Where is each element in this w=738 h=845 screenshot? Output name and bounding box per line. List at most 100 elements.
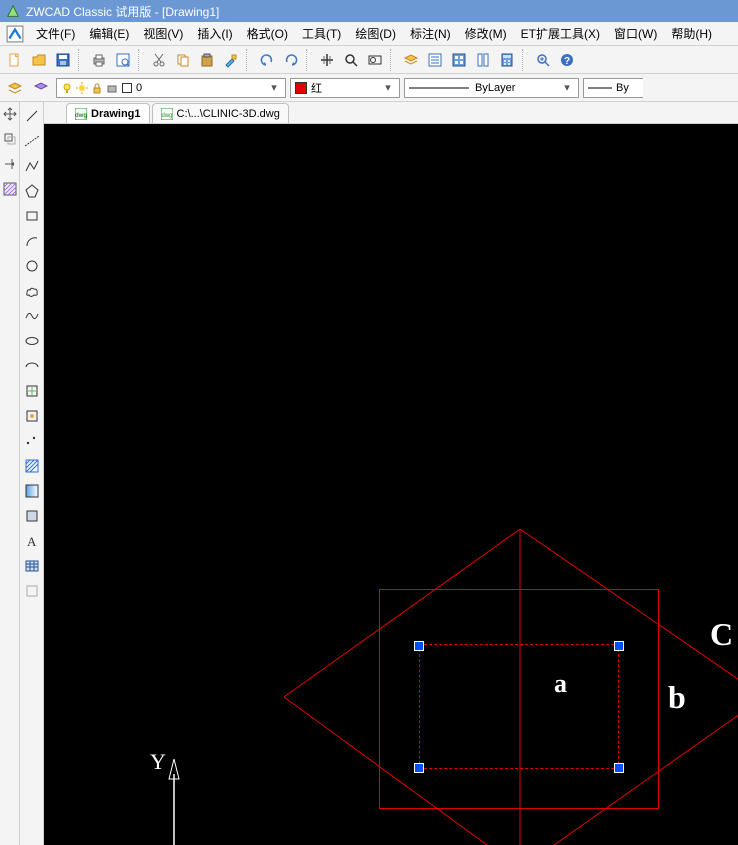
dwg-icon: dwg [75,108,87,120]
copy-icon[interactable] [172,49,194,71]
left-modify-strip [0,102,20,845]
axis-label-y: Y [150,749,166,775]
undo-icon[interactable] [256,49,278,71]
tab-label: Drawing1 [91,108,141,120]
grip-bottom-right[interactable] [614,763,624,773]
region-icon[interactable] [22,506,42,526]
grip-top-left[interactable] [414,641,424,651]
dwg-icon: dwg [161,108,173,120]
ellipse-icon[interactable] [22,331,42,351]
layer-dropdown[interactable]: 0 ▾ [56,78,286,98]
chevron-down-icon: ▾ [560,81,574,94]
layer-manager-icon[interactable] [4,77,26,99]
offset-icon[interactable] [2,131,18,150]
hatch-tool-icon[interactable] [22,456,42,476]
menu-format[interactable]: 格式(O) [241,22,294,45]
menu-tools[interactable]: 工具(T) [296,22,347,45]
make-block-icon[interactable] [22,406,42,426]
help-icon[interactable]: ? [556,49,578,71]
open-file-icon[interactable] [28,49,50,71]
separator [138,49,144,71]
hatch-icon[interactable] [2,181,18,200]
layer-color-swatch [122,83,132,93]
color-dropdown[interactable]: 红 ▾ [290,78,400,98]
ellipse-arc-icon[interactable] [22,356,42,376]
gradient-icon[interactable] [22,481,42,501]
table-icon[interactable] [22,556,42,576]
menu-draw[interactable]: 绘图(D) [349,22,402,45]
menu-help[interactable]: 帮助(H) [665,22,718,45]
design-center-icon[interactable] [448,49,470,71]
menu-ext[interactable]: ET扩展工具(X) [515,22,606,45]
menu-insert[interactable]: 插入(I) [191,22,238,45]
svg-text:A: A [27,534,37,549]
print-icon[interactable] [88,49,110,71]
document-tab-bar: dwg Drawing1 dwg C:\...\CLINIC-3D.dwg [44,102,738,124]
polyline-icon[interactable] [22,156,42,176]
properties-bar: 0 ▾ 红 ▾ ByLayer ▾ By [0,74,738,102]
rectangle-icon[interactable] [22,206,42,226]
ucs-axes-icon [144,734,364,845]
insert-block-icon[interactable] [22,381,42,401]
document-tab-clinic3d[interactable]: dwg C:\...\CLINIC-3D.dwg [152,103,289,123]
zoom-icon[interactable] [340,49,362,71]
save-icon[interactable] [52,49,74,71]
pan-icon[interactable] [316,49,338,71]
annotation-a: a [554,669,567,699]
spline-icon[interactable] [22,306,42,326]
lightbulb-icon [61,82,73,94]
construction-line-icon[interactable] [22,131,42,151]
move-icon[interactable] [2,106,18,125]
svg-text:?: ? [564,56,570,67]
menu-view[interactable]: 视图(V) [137,22,189,45]
extend-icon[interactable] [2,156,18,175]
main-toolbar: ? [0,46,738,74]
zoom-extents-icon[interactable] [364,49,386,71]
annotation-c: C [710,616,733,653]
draw-toolbar: A [20,102,44,845]
polygon-icon[interactable] [22,181,42,201]
menu-app-icon [6,25,24,43]
layer-name: 0 [136,82,142,94]
point-icon[interactable] [22,431,42,451]
redo-icon[interactable] [280,49,302,71]
properties-icon[interactable] [424,49,446,71]
print-preview-icon[interactable] [112,49,134,71]
extra-icon[interactable] [22,581,42,601]
tool-palettes-icon[interactable] [472,49,494,71]
layer-filter-icon[interactable] [30,77,52,99]
layers-icon[interactable] [400,49,422,71]
tab-label: C:\...\CLINIC-3D.dwg [177,108,280,120]
chevron-down-icon: ▾ [381,81,395,94]
arc-icon[interactable] [22,231,42,251]
separator [522,49,528,71]
revision-cloud-icon[interactable] [22,281,42,301]
new-file-icon[interactable] [4,49,26,71]
separator [390,49,396,71]
zoom-window-icon[interactable] [532,49,554,71]
cut-icon[interactable] [148,49,170,71]
work-frame: A dwg Drawing1 dwg C:\...\CLINIC-3D.dwg [0,102,738,845]
drawing-canvas[interactable]: a b C X Y [44,124,738,845]
menu-modify[interactable]: 修改(M) [459,22,513,45]
line-icon[interactable] [22,106,42,126]
lineweight-dropdown[interactable]: By [583,78,643,98]
document-tab-drawing1[interactable]: dwg Drawing1 [66,103,150,123]
menu-file[interactable]: 文件(F) [30,22,81,45]
title-bar: ZWCAD Classic 试用版 - [Drawing1] [0,0,738,22]
properties-match-icon[interactable] [220,49,242,71]
calculator-icon[interactable] [496,49,518,71]
menu-edit[interactable]: 编辑(E) [83,22,135,45]
separator [246,49,252,71]
circle-icon[interactable] [22,256,42,276]
main-column: dwg Drawing1 dwg C:\...\CLINIC-3D.dwg [44,102,738,845]
paste-icon[interactable] [196,49,218,71]
shape-selected-rect[interactable] [419,644,619,769]
menu-window[interactable]: 窗口(W) [608,22,663,45]
grip-top-right[interactable] [614,641,624,651]
app-logo-icon [6,4,20,18]
grip-bottom-left[interactable] [414,763,424,773]
text-icon[interactable]: A [22,531,42,551]
linetype-dropdown[interactable]: ByLayer ▾ [404,78,579,98]
menu-annotate[interactable]: 标注(N) [404,22,457,45]
